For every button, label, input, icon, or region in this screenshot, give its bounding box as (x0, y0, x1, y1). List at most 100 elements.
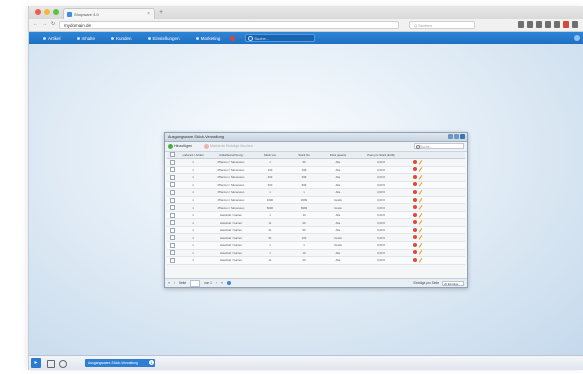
bookmark-icon[interactable] (518, 21, 524, 28)
row-select-cell[interactable] (167, 197, 177, 203)
table-row[interactable]: 1 Pflanzen / Sämereien 200 299 Alle 0,00 € (167, 174, 465, 182)
table-row[interactable]: 1 Pflanzen / Sämereien 1000 4999 Gratis 0,00 … (167, 196, 465, 205)
page-size-select[interactable]: 20 Einträge (442, 280, 464, 286)
row-select-cell[interactable] (167, 257, 177, 263)
delete-row-icon[interactable] (412, 174, 417, 179)
row-select-cell[interactable] (167, 159, 177, 165)
row-select-cell[interactable] (167, 212, 177, 218)
table-row[interactable]: 1 Pflanzen / Sämereien 5000 9999 Gratis 0,00 … (167, 204, 465, 212)
minimize-icon[interactable] (448, 134, 453, 139)
row-select-cell[interactable] (167, 242, 177, 248)
start-button[interactable]: ▸ (31, 358, 41, 368)
app-search-input[interactable]: Suche... (245, 34, 316, 42)
edit-row-icon[interactable] (418, 159, 423, 165)
row-checkbox[interactable] (169, 174, 175, 180)
table-row[interactable]: 1 Pflanzen / Sämereien 100 199 Alle 0,00 € (167, 166, 465, 175)
back-icon[interactable]: ← (33, 21, 38, 27)
add-button[interactable]: Hinzufügen (167, 143, 192, 150)
window-title-bar[interactable]: Ausgangsware-Stück-Verwaltung (165, 133, 467, 142)
table-row[interactable]: 1 Haushalt / Garten 11 20 Alle 0,00 € (167, 257, 465, 265)
edit-row-icon[interactable] (418, 250, 423, 256)
row-select-cell[interactable] (167, 182, 177, 188)
table-row[interactable]: 1 Haushalt / Garten 21 50 Alle 0,00 € (167, 226, 465, 235)
user-icon[interactable] (574, 35, 580, 41)
edit-row-icon[interactable] (418, 220, 423, 226)
taskbar-item-price-window[interactable]: Ausgangsware-Stück-Verwaltung 1 (85, 359, 155, 367)
last-page-icon[interactable]: » (221, 279, 223, 287)
edit-row-icon[interactable] (418, 174, 423, 180)
maximize-icon[interactable] (454, 134, 459, 139)
table-row[interactable]: 1 Haushalt / Garten 1 10 Alle 0,00 € (167, 211, 465, 220)
close-window-icon[interactable] (35, 9, 41, 15)
delete-row-icon[interactable] (412, 159, 417, 164)
delete-row-icon[interactable] (412, 182, 417, 187)
notification-area[interactable] (228, 35, 245, 41)
extension-icon[interactable] (554, 21, 560, 28)
first-page-icon[interactable]: « (168, 279, 170, 287)
home-icon[interactable] (536, 21, 542, 28)
delete-row-icon[interactable] (412, 257, 417, 262)
row-checkbox[interactable] (169, 212, 175, 218)
edit-row-icon[interactable] (418, 167, 423, 173)
table-row[interactable]: 1 Haushalt / Garten 1 1 Gratis 0,00 € (167, 242, 465, 250)
row-select-cell[interactable] (167, 174, 177, 180)
column-header[interactable]: Preis pro Stück (EUR) (355, 152, 407, 158)
close-icon[interactable] (460, 134, 465, 139)
column-header[interactable]: Stück von (253, 152, 287, 158)
row-checkbox[interactable] (169, 159, 175, 165)
reload-icon[interactable]: ↻ (51, 21, 55, 27)
row-checkbox[interactable] (169, 227, 175, 233)
table-row[interactable]: 1 Haushalt / Garten 51 100 Gratis 0,00 € (167, 234, 465, 243)
refresh-icon[interactable] (226, 281, 231, 285)
row-checkbox[interactable] (169, 235, 175, 241)
row-checkbox[interactable] (169, 220, 175, 226)
row-checkbox[interactable] (169, 182, 175, 188)
edit-row-icon[interactable] (418, 257, 423, 263)
row-checkbox[interactable] (169, 242, 175, 248)
delete-row-icon[interactable] (412, 250, 417, 255)
delete-row-icon[interactable] (412, 242, 417, 247)
column-header[interactable]: Preis gesamt (321, 152, 355, 158)
row-select-cell[interactable] (167, 250, 177, 256)
delete-row-icon[interactable] (412, 227, 417, 232)
browser-tab[interactable]: Shopware 4.0 × (63, 8, 155, 19)
row-select-cell[interactable] (167, 205, 177, 211)
delete-row-icon[interactable] (412, 235, 417, 240)
delete-row-icon[interactable] (412, 167, 417, 172)
row-select-cell[interactable] (167, 189, 177, 195)
edit-row-icon[interactable] (418, 212, 423, 218)
next-page-icon[interactable]: › (216, 279, 217, 287)
row-select-cell[interactable] (167, 220, 177, 226)
table-row[interactable]: 1 Haushalt / Garten 1 10 Alle 0,00 € (167, 250, 465, 258)
edit-row-icon[interactable] (418, 242, 423, 248)
table-row[interactable]: 1 Haushalt / Garten 11 20 Alle 0,00 € (167, 219, 465, 227)
row-checkbox[interactable] (169, 250, 175, 256)
edit-row-icon[interactable] (418, 227, 423, 233)
row-checkbox[interactable] (169, 205, 175, 211)
menu-item-kunden[interactable]: Kunden (103, 36, 140, 41)
column-header[interactable]: Artikelbezeichnung (209, 152, 253, 158)
edit-row-icon[interactable] (418, 190, 423, 195)
delete-row-icon[interactable] (412, 205, 417, 210)
column-header[interactable]: Lieferant / Artikel (177, 152, 209, 158)
download-icon[interactable] (527, 21, 533, 28)
forward-icon[interactable]: → (42, 21, 47, 27)
minimize-window-icon[interactable] (44, 9, 50, 15)
menu-item-artikel[interactable]: Artikel (35, 36, 69, 41)
row-select-cell[interactable] (167, 227, 177, 233)
menu-item-einstellungen[interactable]: Einstellungen (140, 36, 188, 41)
menu-icon[interactable] (572, 21, 578, 28)
table-row[interactable]: 1 Pflanzen / Sämereien 300 999 Alle 0,00 € (167, 181, 465, 190)
row-checkbox[interactable] (169, 257, 175, 263)
clock-icon[interactable] (59, 360, 67, 368)
edit-row-icon[interactable] (418, 205, 423, 210)
browser-search-input[interactable]: Q Suchen (409, 21, 475, 29)
delete-row-icon[interactable] (412, 220, 417, 225)
maximize-window-icon[interactable] (53, 9, 59, 15)
delete-row-icon[interactable] (412, 197, 417, 202)
select-all-column[interactable] (167, 152, 177, 158)
page-number-input[interactable] (190, 279, 201, 287)
delete-row-icon[interactable] (412, 212, 417, 217)
row-checkbox[interactable] (169, 197, 175, 203)
delete-row-icon[interactable] (412, 189, 417, 194)
